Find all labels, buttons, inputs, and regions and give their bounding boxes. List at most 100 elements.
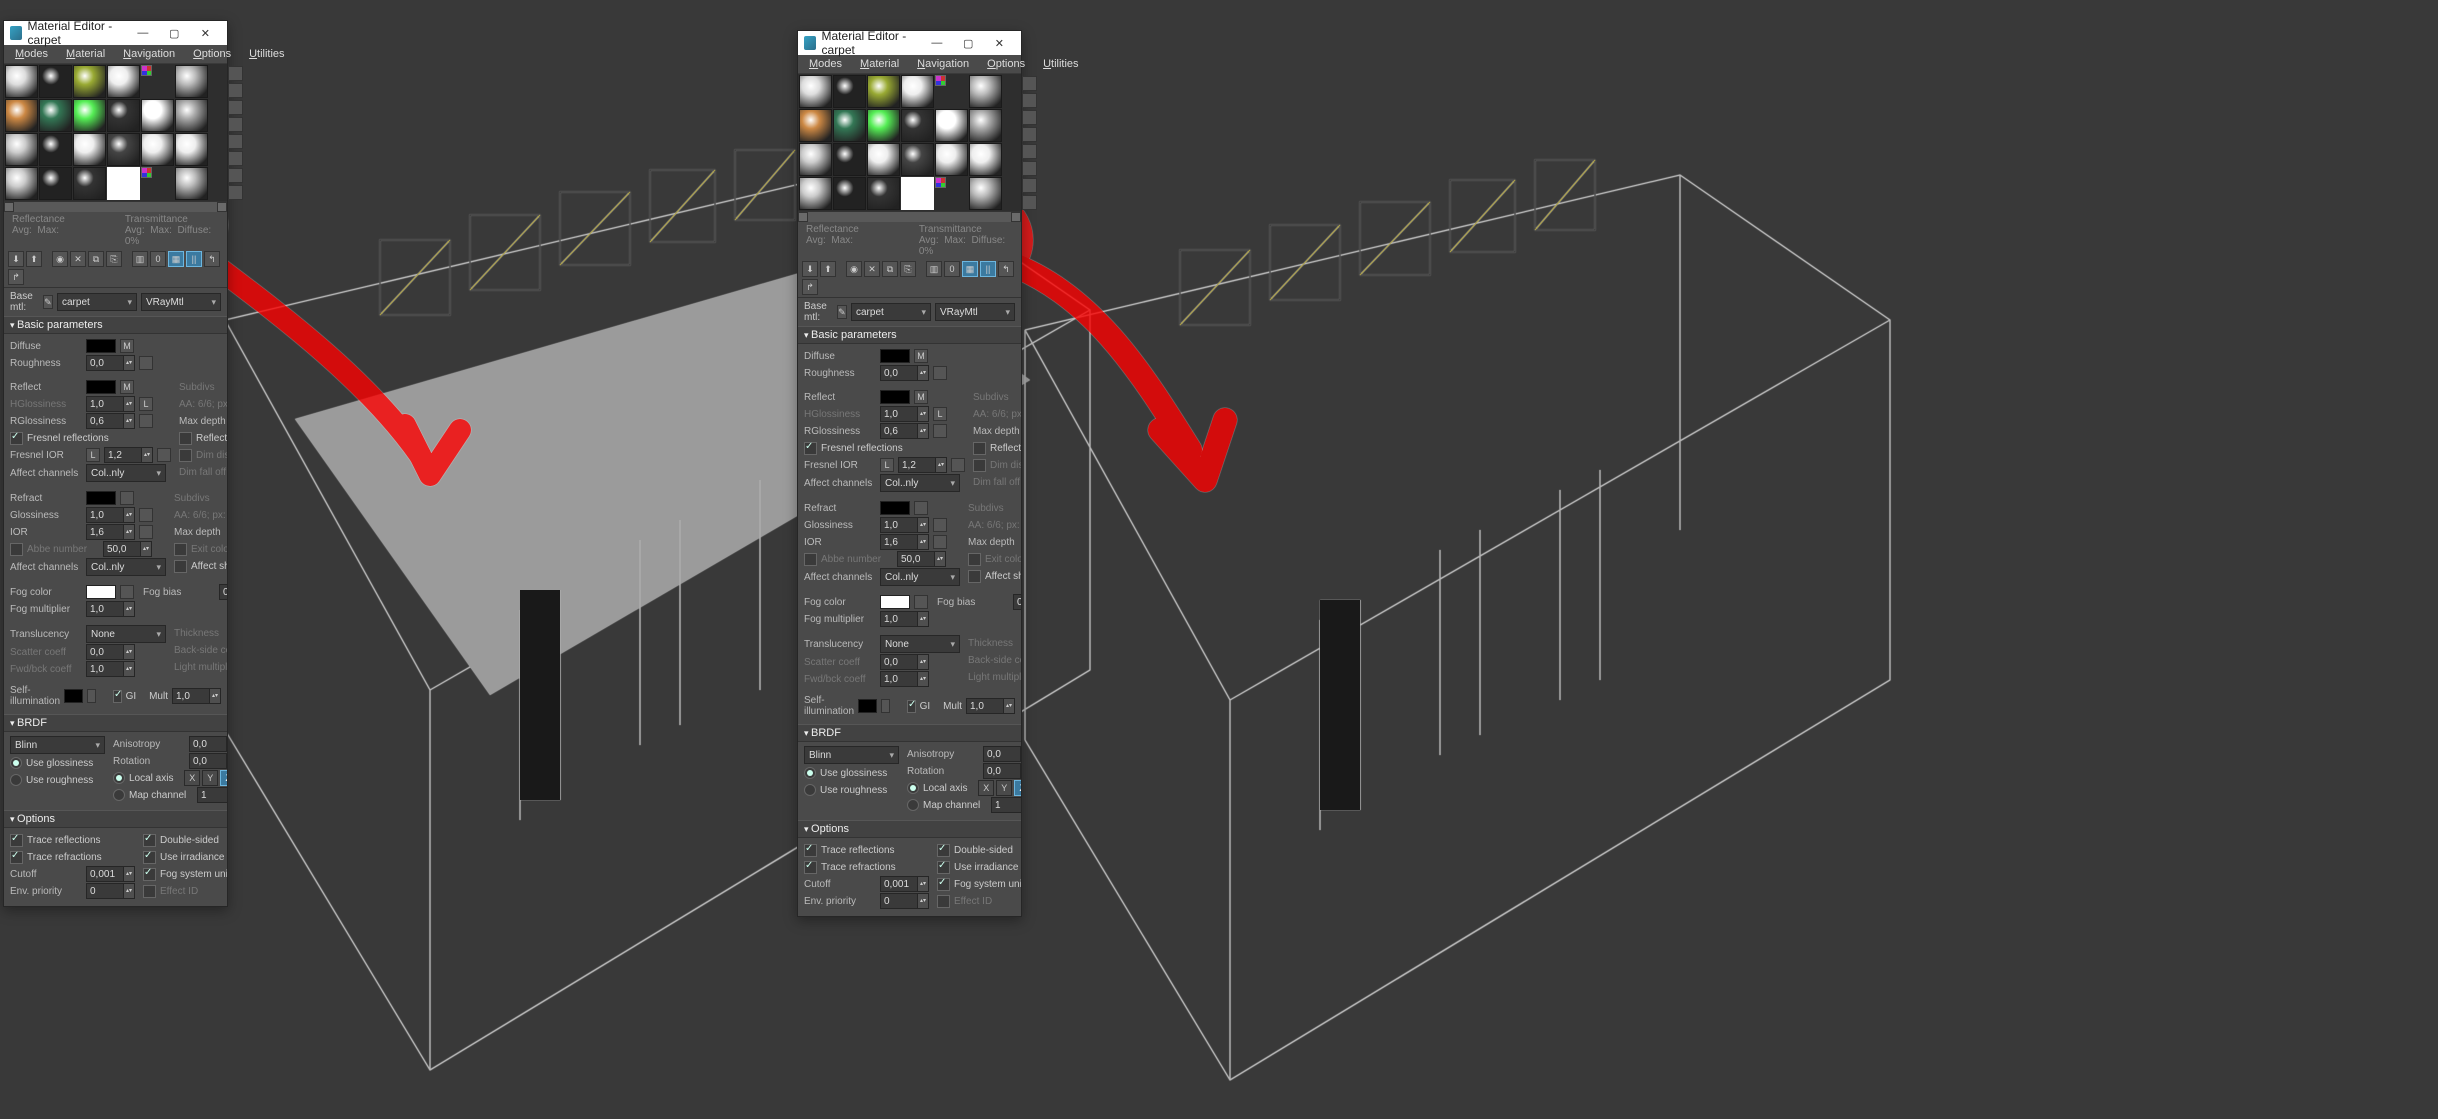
refract-gloss-spinner[interactable]: 1,0▴▾ bbox=[880, 517, 929, 533]
sample-type-button[interactable] bbox=[1022, 76, 1037, 91]
doublesided-check[interactable] bbox=[143, 834, 156, 847]
ior-map[interactable] bbox=[139, 525, 153, 539]
refract-gloss-map[interactable] bbox=[139, 508, 153, 522]
slot[interactable] bbox=[73, 133, 106, 166]
axis-toggle[interactable]: XYZ bbox=[184, 770, 227, 786]
fresnel-check[interactable] bbox=[804, 442, 817, 455]
select-by-material-button[interactable] bbox=[228, 185, 243, 200]
material-name-field[interactable]: carpet bbox=[57, 293, 137, 311]
rollout-header[interactable]: Options bbox=[4, 810, 227, 828]
minimize-button[interactable]: — bbox=[921, 32, 952, 54]
fresnel-ior-spinner[interactable]: 1,2▴▾ bbox=[104, 447, 153, 463]
roughness-map-btn[interactable] bbox=[933, 366, 947, 380]
menu-navigation[interactable]: Navigation bbox=[910, 57, 976, 71]
fog-map[interactable] bbox=[120, 585, 134, 599]
trace-refl-check[interactable] bbox=[10, 834, 23, 847]
affect-shadows-check[interactable] bbox=[968, 570, 981, 583]
backlight-button[interactable] bbox=[228, 83, 243, 98]
diffuse-swatch[interactable] bbox=[880, 349, 910, 363]
selfillum-mult-spinner[interactable]: 1,0▴▾ bbox=[172, 688, 221, 704]
slot[interactable] bbox=[799, 75, 832, 108]
put-to-scene-button[interactable]: ⬆ bbox=[820, 261, 836, 277]
show-in-viewport-button[interactable]: ▦ bbox=[962, 261, 978, 277]
go-forward-button[interactable]: ↱ bbox=[8, 269, 24, 285]
fresnel-ior-map[interactable] bbox=[157, 448, 171, 462]
slot[interactable] bbox=[73, 65, 106, 98]
rgloss-map[interactable] bbox=[933, 424, 947, 438]
fwdbck-spinner[interactable]: 1,0▴▾ bbox=[86, 661, 135, 677]
slot[interactable] bbox=[39, 133, 72, 166]
titlebar[interactable]: Material Editor - carpet — ▢ ✕ bbox=[4, 21, 227, 45]
fog-bias-spinner[interactable]: 0,0▴▾ bbox=[219, 584, 227, 600]
ior-spinner[interactable]: 1,6▴▾ bbox=[86, 524, 135, 540]
slot[interactable] bbox=[39, 65, 72, 98]
effectid-check[interactable] bbox=[143, 885, 156, 898]
slot[interactable] bbox=[867, 177, 900, 210]
affect-channels-select[interactable]: Col..nly bbox=[880, 474, 960, 492]
irrad-check[interactable] bbox=[937, 861, 950, 874]
slot[interactable] bbox=[5, 167, 38, 200]
rotation-spinner[interactable]: 0,0▴▾ bbox=[189, 753, 227, 769]
pick-button[interactable]: ✎ bbox=[837, 305, 847, 319]
slot[interactable] bbox=[175, 133, 208, 166]
material-id-button[interactable]: 0 bbox=[944, 261, 960, 277]
refract-map[interactable] bbox=[914, 501, 928, 515]
abbe-check[interactable] bbox=[804, 553, 817, 566]
reflect-map[interactable]: M bbox=[914, 390, 928, 404]
local-axis-radio[interactable] bbox=[113, 772, 125, 784]
slot[interactable] bbox=[5, 65, 38, 98]
fresnel-ior-lock[interactable]: L bbox=[86, 448, 100, 462]
selfillum-swatch[interactable] bbox=[64, 689, 83, 703]
diffuse-map-button[interactable]: M bbox=[914, 349, 928, 363]
slot[interactable] bbox=[901, 109, 934, 142]
slot[interactable] bbox=[107, 99, 140, 132]
go-forward-button[interactable]: ↱ bbox=[802, 279, 818, 295]
select-by-material-button[interactable] bbox=[1022, 195, 1037, 210]
selfillum-map[interactable] bbox=[881, 699, 890, 713]
trace-refr-check[interactable] bbox=[10, 851, 23, 864]
rollout-header[interactable]: BRDF bbox=[798, 724, 1021, 742]
abbe-spinner[interactable]: 50,0▴▾ bbox=[103, 541, 152, 557]
exit-color-check[interactable] bbox=[174, 543, 187, 556]
sample-slots-scrollbar[interactable] bbox=[798, 211, 1021, 222]
affect-channels-select[interactable]: Col..nly bbox=[86, 464, 166, 482]
translucency-select[interactable]: None bbox=[86, 625, 166, 643]
material-name-field[interactable]: carpet bbox=[851, 303, 931, 321]
effectid-check[interactable] bbox=[937, 895, 950, 908]
put-to-library-button[interactable]: ▥ bbox=[926, 261, 942, 277]
ior-spinner[interactable]: 1,6▴▾ bbox=[880, 534, 929, 550]
assign-to-selection-button[interactable]: ◉ bbox=[52, 251, 68, 267]
affect-channels-refract-select[interactable]: Col..nly bbox=[86, 558, 166, 576]
refract-swatch[interactable] bbox=[86, 491, 116, 505]
slot[interactable] bbox=[141, 133, 174, 166]
rollout-header[interactable]: Basic parameters bbox=[798, 326, 1021, 344]
hgloss-lock[interactable]: L bbox=[139, 397, 153, 411]
fog-bias-spinner[interactable]: 0,0▴▾ bbox=[1013, 594, 1021, 610]
fog-mult-spinner[interactable]: 1,0▴▾ bbox=[86, 601, 135, 617]
material-type-button[interactable]: VRayMtl bbox=[935, 303, 1015, 321]
slot[interactable] bbox=[175, 99, 208, 132]
aniso-spinner[interactable]: 0,0▴▾ bbox=[189, 736, 227, 752]
abbe-check[interactable] bbox=[10, 543, 23, 556]
make-unique-button[interactable]: ⎘ bbox=[900, 261, 916, 277]
slot[interactable] bbox=[867, 75, 900, 108]
material-type-button[interactable]: VRayMtl bbox=[141, 293, 221, 311]
put-to-scene-button[interactable]: ⬆ bbox=[26, 251, 42, 267]
slot[interactable] bbox=[901, 143, 934, 176]
map-channel-radio[interactable] bbox=[907, 799, 919, 811]
uv-tile-button[interactable] bbox=[228, 117, 243, 132]
fresnel-ior-map[interactable] bbox=[951, 458, 965, 472]
refract-gloss-map[interactable] bbox=[933, 518, 947, 532]
sample-slots-scrollbar[interactable] bbox=[4, 201, 227, 212]
rgloss-map[interactable] bbox=[139, 414, 153, 428]
slot[interactable] bbox=[867, 143, 900, 176]
slot[interactable] bbox=[5, 99, 38, 132]
menu-options[interactable]: Options bbox=[980, 57, 1032, 71]
rollout-header[interactable]: BRDF bbox=[4, 714, 227, 732]
menu-navigation[interactable]: Navigation bbox=[116, 47, 182, 61]
slot[interactable] bbox=[833, 177, 866, 210]
diffuse-map-button[interactable]: M bbox=[120, 339, 134, 353]
gi-check[interactable] bbox=[113, 690, 122, 703]
roughness-map-btn[interactable] bbox=[139, 356, 153, 370]
rgloss-spinner[interactable]: 0,6▴▾ bbox=[86, 413, 135, 429]
